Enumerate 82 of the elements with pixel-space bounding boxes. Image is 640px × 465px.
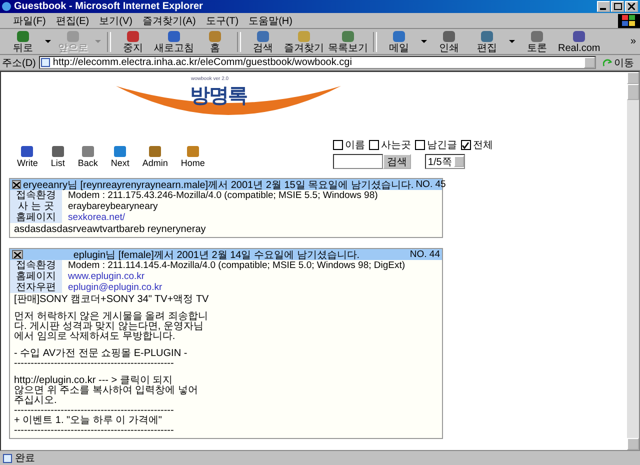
go-arrow-icon — [603, 58, 612, 67]
close-icon — [628, 3, 635, 10]
link[interactable]: sexkorea.net/ — [62, 212, 126, 223]
nav-link[interactable]: Back — [78, 145, 98, 168]
nav-link[interactable]: Write — [17, 145, 38, 168]
nav-link[interactable]: Next — [110, 145, 130, 168]
delete-button[interactable] — [12, 250, 23, 259]
menu-item[interactable]: 보기(V) — [94, 14, 138, 28]
message-text: [판매]SONY 캠코더+SONY 34" TV+액정 TV — [14, 295, 210, 305]
nav-link[interactable]: Home — [180, 145, 205, 168]
x-icon — [14, 252, 21, 258]
page-select[interactable]: 1/5쪽 — [424, 154, 465, 169]
close-button[interactable] — [625, 1, 638, 12]
dropdown-arrow-icon[interactable] — [421, 40, 427, 43]
field-value: Modem : 211.175.43.246-Mozilla/4.0 (compatible; MSIE 5.5; Windows 98) — [68, 190, 378, 201]
logo-title: 방명록 — [190, 84, 247, 109]
field-value: eraybareybearyneary — [67, 201, 158, 212]
field-label: 접속환경 — [10, 260, 62, 271]
message-text: - 수입 AV가전 전문 쇼핑몰 E-PLUGIN - ------------------------------------------------ — [14, 349, 188, 369]
scroll-thumb[interactable] — [627, 84, 639, 100]
toolbar-button[interactable]: 뒤로 — [4, 30, 42, 54]
checkbox-label: 전체 — [472, 139, 493, 152]
toolbar-button[interactable]: 새로고침 — [152, 30, 196, 54]
dropdown-arrow-icon[interactable] — [509, 40, 515, 43]
toolbar-button[interactable]: 메일 — [380, 30, 418, 54]
toolbar-button[interactable]: Real.com — [556, 30, 602, 54]
message-text: asdasdasdasrveawtvartbareb reyneryneray — [14, 225, 207, 235]
toolbar-button[interactable]: 중지 — [114, 30, 152, 54]
menu-item[interactable]: 편집(E) — [50, 14, 94, 28]
page-icon — [3, 454, 12, 462]
checkbox[interactable] — [332, 140, 343, 150]
x-icon — [13, 182, 20, 188]
windows-logo-icon — [618, 14, 640, 28]
link[interactable]: eplugin@eplugin.co.kr — [62, 282, 162, 293]
maximize-button[interactable] — [611, 1, 624, 12]
entry-number: NO. 44 — [410, 249, 440, 260]
field-value: Modem : 211.114.145.4-Mozilla/4.0 (compatible; MSIE 5.0; Windows 98; DigExt) — [67, 260, 406, 271]
checkbox[interactable] — [368, 140, 379, 150]
field-label: 홈페이지 — [10, 212, 62, 223]
toolbar-button[interactable]: 토론 — [518, 30, 556, 54]
menu-item[interactable]: 도움말(H) — [244, 14, 298, 28]
search-button[interactable]: 검색 — [382, 154, 411, 169]
checkbox[interactable] — [414, 140, 425, 150]
field-label: 홈페이지 — [10, 271, 62, 282]
checkbox-label: 남긴글 — [426, 139, 457, 152]
toolbar-button[interactable]: 검색 — [244, 30, 282, 54]
field-label: 접속환경 — [10, 190, 62, 201]
field-label: 사 는 곳 — [10, 201, 62, 212]
search-field[interactable] — [332, 154, 383, 169]
menu-item[interactable]: 파일(F) — [8, 14, 51, 28]
menu-item[interactable]: 즐겨찾기(A) — [137, 14, 201, 28]
message-text: 먼저 허락하지 않은 게시물을 올려 죄송합니 다. 게시판 성격과 맞지 않는다면, 운영자님 에서 임의로 삭제하셔도 무방합니다. — [14, 312, 209, 342]
toolbar-button[interactable]: 즐겨찾기 — [282, 30, 326, 54]
link[interactable]: www.eplugin.co.kr — [62, 271, 145, 282]
minimize-button[interactable] — [597, 1, 610, 12]
checkbox[interactable] — [460, 140, 471, 150]
field-label: 전자우편 — [10, 282, 62, 293]
go-button[interactable]: 이동 — [599, 56, 638, 70]
entry-number: NO. 45 — [416, 179, 446, 190]
address-label: 주소(D) — [2, 56, 36, 70]
toolbar-button[interactable]: 목록보기 — [326, 30, 370, 54]
message-text: http://eplugin.co.kr --- > 클릭이 되지 않으면 위 주소를 복사하여 입력창에 넣어 주십시오. ------------------------------------------------ + 이벤트 1. "오늘 하루 이 가격에" ------------------------------------------------ — [14, 376, 199, 436]
window-title: Guestbook - Microsoft Internet Explorer — [14, 0, 204, 12]
browser-icon — [2, 2, 11, 11]
checkbox-label: 사는곳 — [380, 139, 411, 152]
nav-link[interactable]: Admin — [142, 145, 168, 168]
toolbar-button[interactable]: 인쇄 — [430, 30, 468, 54]
scrollbar[interactable] — [627, 72, 639, 450]
delete-button[interactable] — [12, 180, 21, 189]
toolbar-button[interactable]: 편집 — [468, 30, 506, 54]
toolbar-button[interactable]: 홈 — [196, 30, 234, 54]
entry-heading: eryeeanry님 [reynreayrenyraynearn.male]께서 2001년 2월 15일 목요일에 남기셨습니다. — [23, 178, 414, 190]
checkbox-label: 이름 — [344, 139, 365, 152]
more-chevron[interactable]: » — [630, 36, 636, 47]
maximize-icon — [614, 3, 622, 10]
nav-link[interactable]: List — [50, 145, 65, 168]
menu-item[interactable]: 도구(T) — [200, 14, 244, 28]
page-icon — [40, 58, 50, 67]
status-text: 완료 — [15, 452, 35, 465]
entry-heading: eplugin님 [female]께서 2001년 2월 14일 수요일에 남기셨습니다. — [73, 248, 361, 260]
address-field[interactable]: http://elecomm.electra.inha.ac.kr/eleComm/guestbook/wowbook.cgi — [38, 56, 596, 69]
dropdown-arrow-icon[interactable] — [45, 40, 51, 43]
